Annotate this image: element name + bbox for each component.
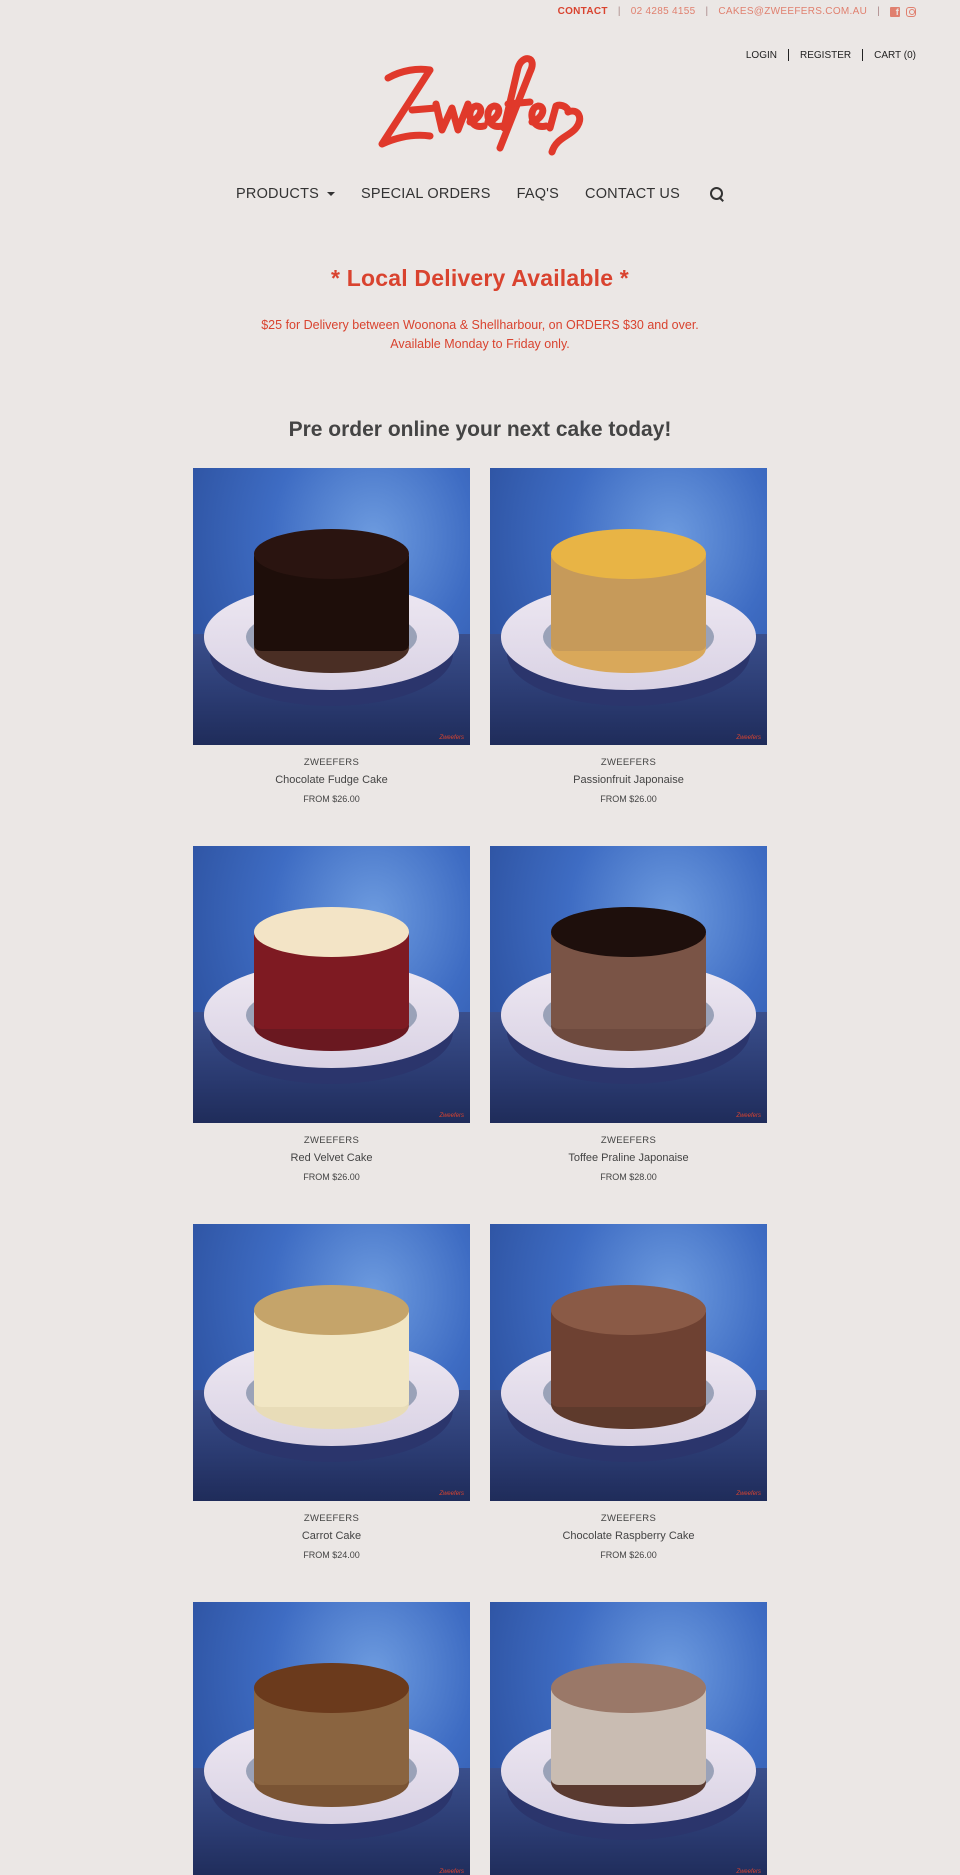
watermark-logo: Zweefers (736, 735, 761, 741)
watermark-logo: Zweefers (439, 1491, 464, 1497)
chevron-down-icon (327, 192, 335, 197)
product-image[interactable]: Zweefers (490, 846, 767, 1123)
separator: | (877, 6, 880, 17)
product-image[interactable]: Zweefers (193, 468, 470, 745)
logo-script (378, 55, 584, 156)
separator: | (705, 6, 709, 17)
product-card[interactable]: Zweefers ZWEEFERS Red Velvet Cake FROM $26.… (193, 846, 470, 1182)
nav-contact-us[interactable]: CONTACT US (585, 186, 680, 202)
top-contact-bar: CONTACT | 02 4285 4155 | CAKES@ZWEEFERS.… (558, 6, 916, 17)
nav-faqs[interactable]: FAQ'S (517, 186, 559, 202)
product-image[interactable]: Zweefers (193, 846, 470, 1123)
delivery-banner-title: * Local Delivery Available * (331, 265, 629, 291)
product-price: FROM $26.00 (303, 1172, 360, 1182)
product-card[interactable]: Zweefers ZWEEFERS Toffee Praline Japonaise… (490, 846, 767, 1182)
product-name[interactable]: Passionfruit Japonaise (490, 774, 767, 786)
product-card[interactable]: Zweefers ZWEEFERS Chocolate Raspberry Cake… (490, 1224, 767, 1560)
product-price: FROM $24.00 (303, 1550, 360, 1560)
delivery-line-1: $25 for Delivery between Woonona & Shell… (261, 318, 699, 332)
product-name[interactable]: Chocolate Raspberry Cake (490, 1530, 767, 1542)
cake-top (253, 1662, 410, 1713)
delivery-line-2: Available Monday to Friday only. (390, 337, 570, 351)
phone-link[interactable]: 02 4285 4155 (631, 6, 696, 17)
social-links: f (890, 6, 916, 17)
watermark-logo: Zweefers (736, 1491, 761, 1497)
search-icon[interactable] (709, 187, 724, 201)
product-image[interactable]: Zweefers (490, 1602, 767, 1875)
product-image[interactable]: Zweefers (490, 1224, 767, 1501)
product-card[interactable]: Zweefers ZWEEFERS Passionfruit Japonaise FR… (490, 468, 767, 804)
nav-products-label: PRODUCTS (236, 186, 319, 202)
main-nav: PRODUCTS SPECIAL ORDERS FAQ'S CONTACT US (0, 186, 960, 202)
nav-products[interactable]: PRODUCTS (236, 186, 335, 202)
instagram-icon[interactable] (906, 6, 916, 17)
watermark-logo: Zweefers (736, 1113, 761, 1119)
product-image[interactable]: Zweefers (490, 468, 767, 745)
product-brand: ZWEEFERS (600, 1135, 657, 1146)
product-name[interactable]: Red Velvet Cake (193, 1152, 470, 1164)
product-brand: ZWEEFERS (303, 1513, 360, 1524)
product-image[interactable]: Zweefers (193, 1602, 470, 1875)
cake-top (550, 1284, 707, 1335)
product-card[interactable]: Zweefers ZWEEFERS Chocolate Fudge Cake FROM… (193, 468, 470, 804)
nav-special-orders[interactable]: SPECIAL ORDERS (361, 186, 491, 202)
product-name[interactable]: Carrot Cake (193, 1530, 470, 1542)
login-link[interactable]: LOGIN (735, 50, 788, 61)
cart-link[interactable]: CART (0) (863, 50, 916, 61)
watermark-logo: Zweefers (439, 1869, 464, 1875)
product-brand: ZWEEFERS (600, 757, 657, 768)
email-link[interactable]: CAKES@ZWEEFERS.COM.AU (718, 6, 867, 17)
cake-top (253, 1284, 410, 1335)
contact-link[interactable]: CONTACT (558, 6, 608, 17)
product-brand: ZWEEFERS (303, 757, 360, 768)
product-price: FROM $26.00 (303, 794, 360, 804)
cake-top (253, 906, 410, 957)
account-links: LOGIN REGISTER CART (0) (735, 49, 916, 61)
product-name[interactable]: Toffee Praline Japonaise (490, 1152, 767, 1164)
watermark-logo: Zweefers (439, 1113, 464, 1119)
facebook-icon[interactable]: f (890, 6, 900, 17)
product-card[interactable]: Zweefers (193, 1602, 470, 1875)
watermark-logo: Zweefers (439, 735, 464, 741)
product-brand: ZWEEFERS (303, 1135, 360, 1146)
separator: | (617, 6, 621, 17)
cake-top (550, 528, 707, 579)
zweefers-logo[interactable] (372, 48, 588, 158)
product-image[interactable]: Zweefers (193, 1224, 470, 1501)
product-brand: ZWEEFERS (600, 1513, 657, 1524)
product-name[interactable]: Chocolate Fudge Cake (193, 774, 470, 786)
cake-top (253, 528, 410, 579)
product-price: FROM $26.00 (600, 794, 657, 804)
product-card[interactable]: Zweefers ZWEEFERS Carrot Cake FROM $24.00 (193, 1224, 470, 1560)
product-card[interactable]: Zweefers (490, 1602, 767, 1875)
register-link[interactable]: REGISTER (789, 50, 862, 61)
product-price: FROM $26.00 (600, 1550, 657, 1560)
section-title: Pre order online your next cake today! (288, 418, 672, 441)
cake-top (550, 906, 707, 957)
cake-top (550, 1662, 707, 1713)
product-price: FROM $28.00 (600, 1172, 657, 1182)
watermark-logo: Zweefers (736, 1869, 761, 1875)
delivery-banner-text: $25 for Delivery between Woonona & Shell… (0, 316, 960, 354)
